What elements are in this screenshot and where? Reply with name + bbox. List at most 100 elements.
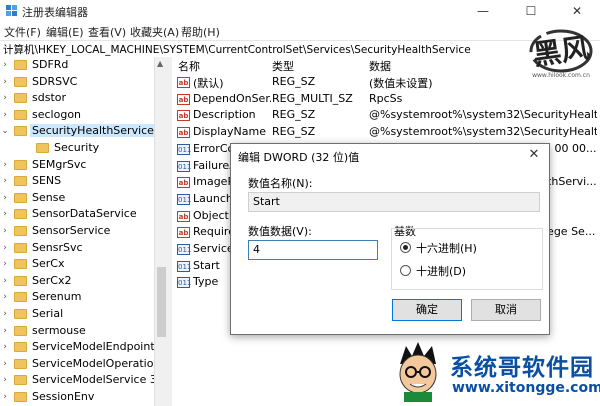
folder-icon [14, 275, 27, 286]
folder-icon [14, 176, 27, 187]
hex-radio[interactable] [400, 242, 411, 253]
collapse-chevron-icon[interactable]: ⌄ [0, 125, 10, 137]
value-row[interactable]: ab DependOnSer... REG_MULTI_SZ RpcSs [172, 91, 600, 108]
folder-icon [14, 126, 27, 137]
folder-icon [14, 209, 27, 220]
string-value-icon: ab [177, 177, 190, 189]
maximize-button[interactable]: ☐ [508, 0, 554, 22]
tree-item[interactable]: › SerCx [0, 256, 154, 273]
dec-radio[interactable] [400, 265, 411, 276]
hex-radio-label[interactable]: 十六进制(H) [416, 240, 477, 256]
expand-chevron-icon[interactable]: › [0, 291, 10, 303]
cancel-button[interactable]: 取消 [471, 299, 541, 321]
tree-item[interactable]: › SensrSvc [0, 240, 154, 257]
column-header-type[interactable]: 类型 [272, 58, 294, 74]
expand-chevron-icon[interactable]: › [0, 225, 10, 237]
tree-item[interactable]: › Sense [0, 190, 154, 207]
binary-value-icon: 011 [177, 244, 192, 255]
expand-chevron-icon[interactable]: › [0, 242, 10, 254]
expand-chevron-icon[interactable]: › [0, 92, 10, 104]
menu-edit[interactable]: 编辑(E) [46, 24, 84, 40]
tree-item[interactable]: › ServiceModelOperation 3. [0, 356, 154, 373]
dec-radio-label[interactable]: 十进制(D) [416, 263, 466, 279]
value-data: RpcSs [369, 91, 403, 105]
tree-item-label: sdstor [32, 91, 67, 105]
folder-icon [14, 242, 27, 253]
value-row[interactable]: ab DisplayName REG_SZ @%systemroot%\system3… [172, 124, 600, 141]
tree-item-label: Serial [32, 307, 64, 320]
tree-item[interactable]: Security [0, 140, 154, 157]
expand-chevron-icon[interactable]: › [0, 175, 10, 187]
scroll-thumb[interactable] [157, 267, 166, 337]
tree-item[interactable]: › ServiceModelService 3.0.0 [0, 372, 154, 389]
expand-chevron-icon[interactable]: › [0, 76, 10, 88]
tree-scrollbar[interactable]: ▲ [154, 57, 169, 406]
mascot-icon [399, 342, 437, 402]
address-bar[interactable]: 计算机\HKEY_LOCAL_MACHINE\SYSTEM\CurrentCon… [0, 40, 600, 58]
folder-icon [14, 192, 27, 203]
tree-item[interactable]: › Serenum [0, 289, 154, 306]
menu-favorites[interactable]: 收藏夹(A) [130, 24, 179, 40]
column-header-name[interactable]: 名称 [178, 58, 200, 74]
expand-chevron-icon[interactable]: › [0, 109, 10, 121]
tree-item[interactable]: › SEMgrSvc [0, 157, 154, 174]
tree-item[interactable]: ⌄ SecurityHealthService [0, 123, 154, 140]
expand-chevron-icon[interactable]: › [0, 391, 10, 403]
menu-file[interactable]: 文件(F) [4, 24, 41, 40]
ok-button[interactable]: 确定 [392, 299, 462, 321]
value-data: @%systemroot%\system32\SecurityHealthAg.… [369, 108, 597, 122]
tree-item[interactable]: › sermouse [0, 323, 154, 340]
tree-item-label: SerCx2 [32, 273, 72, 287]
string-value-icon: ab [177, 93, 190, 105]
expand-chevron-icon[interactable]: › [0, 374, 10, 386]
tree-item[interactable]: › SENS [0, 173, 154, 190]
expand-chevron-icon[interactable]: › [0, 308, 10, 320]
expand-chevron-icon[interactable]: › [0, 159, 10, 171]
address-path[interactable]: 计算机\HKEY_LOCAL_MACHINE\SYSTEM\CurrentCon… [3, 42, 471, 57]
tree-item-label: seclogon [32, 107, 82, 121]
expand-chevron-icon[interactable]: › [0, 325, 10, 337]
folder-icon [14, 159, 27, 170]
value-row[interactable]: ab Description REG_SZ @%systemroot%\system3… [172, 107, 600, 124]
tree-item[interactable]: › SDRSVC [0, 74, 154, 91]
tree-item[interactable]: › SensorService [0, 223, 154, 240]
folder-icon [14, 76, 27, 87]
folder-icon [36, 143, 49, 153]
value-data-input[interactable]: 4 [248, 240, 378, 260]
tree-item-label: Sense [32, 190, 66, 204]
tree-item[interactable]: › seclogon [0, 107, 154, 124]
tree-item[interactable]: › SensorDataService [0, 206, 154, 223]
folder-icon [14, 392, 27, 402]
tree-item-label: SensrSvc [32, 240, 83, 254]
tree-item[interactable]: › sdstor [0, 90, 154, 107]
close-button[interactable]: ✕ [554, 0, 600, 22]
column-header-data[interactable]: 数据 [369, 58, 391, 74]
folder-icon [14, 375, 27, 386]
minimize-button[interactable]: — [460, 0, 506, 22]
expand-chevron-icon[interactable]: › [0, 59, 10, 71]
base-group: 十六进制(H) 十进制(D) [391, 228, 543, 290]
binary-value-icon: 011 [177, 277, 192, 289]
tree-item[interactable]: › Serial [0, 306, 154, 323]
tree-item[interactable]: › SDFRd [0, 57, 154, 74]
expand-chevron-icon[interactable]: › [0, 258, 10, 270]
value-name: DependOnSer... [193, 91, 271, 105]
dialog-title: 编辑 DWORD (32 位)值 [238, 151, 360, 164]
tree-item[interactable]: › SerCx2 [0, 273, 154, 290]
expand-chevron-icon[interactable]: › [0, 208, 10, 220]
string-value-icon: ab [177, 110, 190, 122]
menu-view[interactable]: 查看(V) [88, 24, 126, 40]
expand-chevron-icon[interactable]: › [0, 192, 10, 204]
folder-icon [14, 342, 27, 353]
tree-item[interactable]: › ServiceModelEndpoint 3.0 [0, 339, 154, 356]
expand-chevron-icon[interactable]: › [0, 275, 10, 287]
tree-item-label: SecurityHealthService [30, 124, 154, 138]
expand-chevron-icon[interactable]: › [0, 341, 10, 353]
binary-value-icon: 011 [177, 260, 192, 272]
menu-help[interactable]: 帮助(H) [181, 24, 220, 40]
scroll-up-icon[interactable]: ▲ [157, 59, 163, 68]
dialog-close-button[interactable]: ✕ [525, 146, 543, 164]
tree-item[interactable]: › SessionEnv [0, 389, 154, 406]
tree-item-label: sermouse [32, 323, 86, 337]
expand-chevron-icon[interactable]: › [0, 358, 10, 370]
